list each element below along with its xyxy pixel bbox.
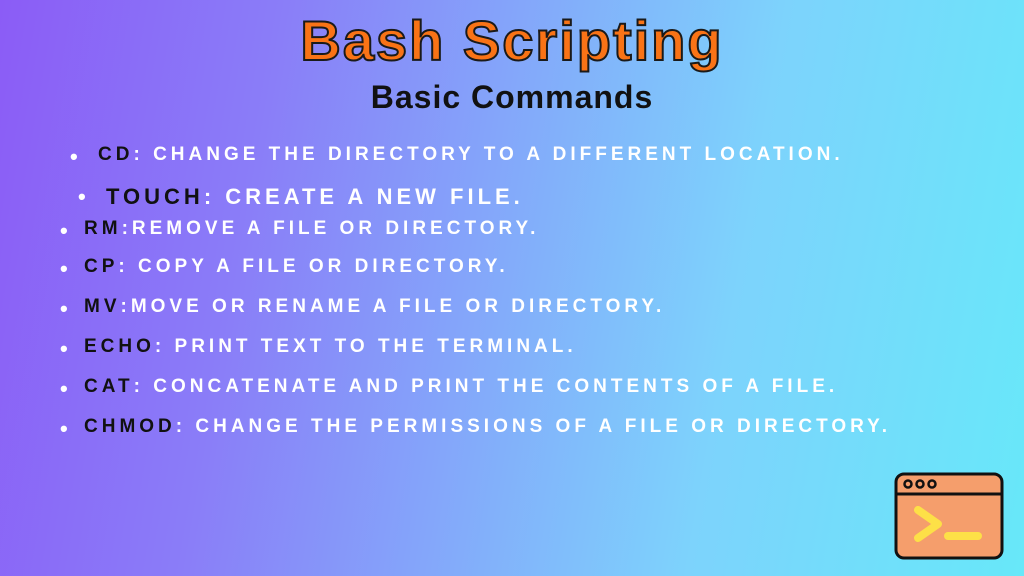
command-sep: : <box>134 376 154 397</box>
command-desc: CHANGE THE DIRECTORY TO A DIFFERENT LOCA… <box>153 144 844 165</box>
command-name: CAT <box>84 376 134 397</box>
command-sep: : <box>176 416 196 437</box>
list-item: ECHO: PRINT TEXT TO THE TERMINAL. <box>60 336 984 358</box>
command-sep: : <box>118 256 138 277</box>
list-item: CHMOD: CHANGE THE PERMISSIONS OF A FILE … <box>60 416 984 438</box>
command-desc: REMOVE A FILE OR DIRECTORY. <box>132 218 539 239</box>
command-name: TOUCH <box>106 184 204 209</box>
page-subtitle: Basic Commands <box>0 79 1024 116</box>
command-desc: CONCATENATE AND PRINT THE CONTENTS OF A … <box>153 376 838 397</box>
command-name: MV <box>84 296 121 317</box>
list-item: CD: CHANGE THE DIRECTORY TO A DIFFERENT … <box>70 144 984 166</box>
command-sep: : <box>121 296 131 317</box>
command-desc: CHANGE THE PERMISSIONS OF A FILE OR DIRE… <box>195 416 891 437</box>
command-list: CD: CHANGE THE DIRECTORY TO A DIFFERENT … <box>0 116 1024 438</box>
command-sep: : <box>122 218 132 239</box>
command-desc: PRINT TEXT TO THE TERMINAL. <box>175 336 577 357</box>
command-desc: CREATE A NEW FILE. <box>225 184 524 209</box>
command-desc: COPY A FILE OR DIRECTORY. <box>138 256 509 277</box>
command-name: CD <box>98 144 133 165</box>
command-sep: : <box>133 144 153 165</box>
command-sep: : <box>204 184 225 209</box>
terminal-icon <box>894 472 1004 560</box>
list-item: MV:MOVE OR RENAME A FILE OR DIRECTORY. <box>60 296 984 318</box>
command-name: RM <box>84 218 122 239</box>
list-item: TOUCH: CREATE A NEW FILE. <box>78 184 984 210</box>
command-name: ECHO <box>84 336 155 357</box>
command-name: CHMOD <box>84 416 176 437</box>
command-desc: MOVE OR RENAME A FILE OR DIRECTORY. <box>131 296 665 317</box>
command-name: CP <box>84 256 118 277</box>
list-item: CAT: CONCATENATE AND PRINT THE CONTENTS … <box>60 376 984 398</box>
list-item: RM:REMOVE A FILE OR DIRECTORY. <box>60 218 984 240</box>
list-item: CP: COPY A FILE OR DIRECTORY. <box>60 256 984 278</box>
command-sep: : <box>155 336 175 357</box>
page-title: Bash Scripting <box>0 0 1024 73</box>
